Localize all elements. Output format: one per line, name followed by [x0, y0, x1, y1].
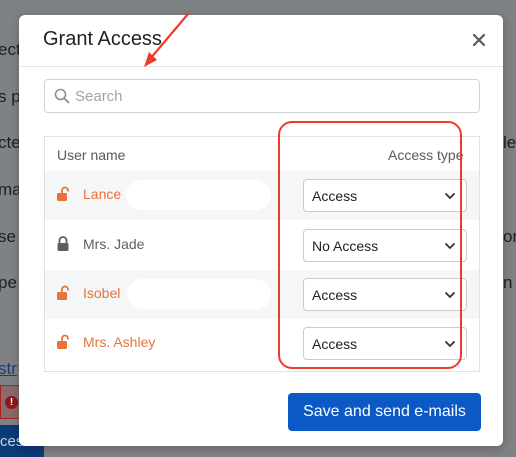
search-field[interactable] [44, 79, 480, 113]
bg-fragment: pe [0, 273, 17, 292]
redacted-text [127, 279, 271, 309]
select-value: Access [312, 287, 358, 303]
save-and-send-button[interactable]: Save and send e-mails [288, 393, 481, 431]
chevron-down-icon [445, 193, 455, 200]
access-type-select[interactable]: Access [303, 179, 467, 212]
table-row: Mrs. Ashley Access [45, 319, 479, 368]
chevron-down-icon [445, 341, 455, 348]
lock-icon [57, 236, 69, 251]
error-icon: ! [5, 396, 18, 409]
user-name[interactable]: Isobel [83, 285, 120, 301]
access-type-select[interactable]: No Access [303, 229, 467, 262]
bg-fragment: cte [0, 133, 21, 152]
chevron-down-icon [445, 292, 455, 299]
unlock-icon [57, 186, 69, 201]
user-name[interactable]: Mrs. Ashley [83, 334, 155, 350]
bg-fragment: on [503, 227, 516, 246]
select-value: No Access [312, 238, 379, 254]
close-icon [472, 33, 486, 47]
unlock-icon [57, 285, 69, 300]
column-header-user-name: User name [57, 147, 126, 163]
user-name[interactable]: Mrs. Jade [83, 236, 144, 252]
close-button[interactable] [469, 30, 489, 50]
column-header-access-type: Access type [388, 147, 464, 163]
table-row: Isobel Access [45, 270, 479, 319]
bg-fragment: n [503, 273, 513, 292]
table-row: Lance Access [45, 171, 479, 220]
grant-access-modal: Grant Access User name Access type Lance… [19, 15, 503, 446]
search-icon [54, 88, 70, 104]
unlock-icon [57, 334, 69, 349]
modal-title: Grant Access [43, 28, 162, 50]
access-type-select[interactable]: Access [303, 278, 467, 311]
bg-link[interactable]: str [0, 359, 17, 379]
access-type-select[interactable]: Access [303, 327, 467, 360]
bg-fragment: se [0, 227, 16, 246]
user-name[interactable]: Lance [83, 186, 121, 202]
bg-fragment: le [503, 133, 516, 152]
table-row: Mrs. Jade No Access [45, 221, 479, 270]
users-table: User name Access type Lance Access Mrs. … [44, 136, 480, 372]
select-value: Access [312, 188, 358, 204]
redacted-text [126, 180, 271, 210]
chevron-down-icon [445, 243, 455, 250]
select-value: Access [312, 336, 358, 352]
modal-header: Grant Access [19, 15, 503, 67]
search-input[interactable] [75, 84, 470, 108]
